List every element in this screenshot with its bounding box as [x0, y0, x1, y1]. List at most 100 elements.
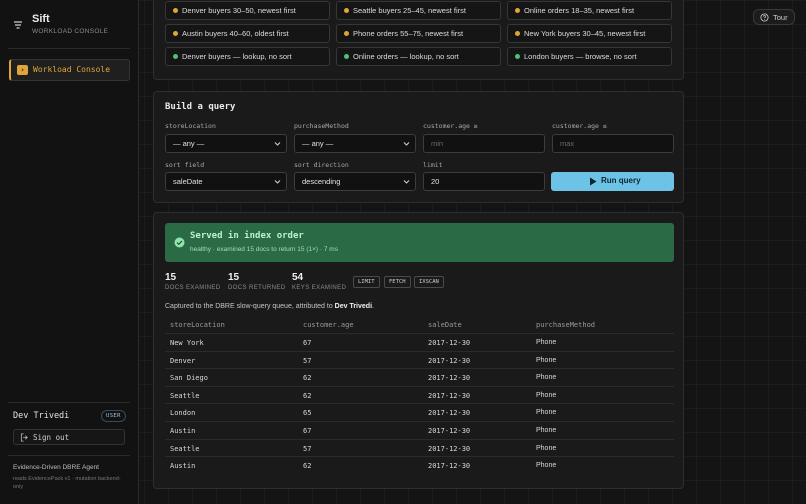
preset-label: Seattle buyers 25–45, newest first: [353, 6, 466, 15]
table-cell: Denver: [170, 356, 196, 365]
preset-query-button[interactable]: Phone orders 55–75, newest first: [336, 24, 501, 43]
table-cell: San Diego: [170, 374, 208, 383]
sidebar-divider: [8, 402, 130, 403]
preset-label: London buyers — browse, no sort: [524, 52, 637, 61]
select-value: — any —: [302, 139, 334, 148]
preset-query-button[interactable]: London buyers — browse, no sort: [507, 47, 672, 66]
limit-input[interactable]: [423, 172, 545, 191]
purchase-method-select[interactable]: — any —: [294, 134, 416, 153]
agent-subtitle: reads EvidencePack v1 · mutation backend…: [13, 476, 121, 490]
status-dot-icon: [173, 31, 178, 36]
preset-label: Denver buyers 30–50, newest first: [182, 6, 296, 15]
user-name: Dev Trivedi: [13, 411, 70, 421]
table-cell: 62: [303, 462, 312, 471]
age-max-input[interactable]: [552, 134, 674, 153]
status-dot-icon: [173, 8, 178, 13]
table-cell: Phone: [536, 374, 557, 382]
table-cell: Phone: [536, 444, 557, 452]
preset-query-button[interactable]: Online orders 18–35, newest first: [507, 1, 672, 20]
age-min-label: customer.age ≥: [423, 122, 478, 130]
sort-direction-select[interactable]: descending: [294, 172, 416, 191]
preset-label: Online orders 18–35, newest first: [524, 6, 635, 15]
table-cell: 2017-12-30: [428, 409, 471, 418]
table-cell: 62: [303, 374, 312, 383]
table-cell: London: [170, 409, 196, 418]
table-cell: Austin: [170, 462, 196, 471]
status-dot-icon: [515, 31, 520, 36]
preset-query-button[interactable]: Austin buyers 40–60, oldest first: [165, 24, 330, 43]
tour-button[interactable]: Tour: [753, 9, 795, 25]
column-header: saleDate: [428, 321, 462, 329]
table-cell: 2017-12-30: [428, 391, 471, 400]
docs-returned-value: 15: [228, 272, 240, 283]
store-location-label: storeLocation: [165, 122, 216, 130]
sidebar-item-workload-console[interactable]: › Workload Console: [9, 59, 130, 81]
sidebar: Sift WORKLOAD CONSOLE › Workload Console…: [0, 0, 139, 504]
preset-label: Phone orders 55–75, newest first: [353, 29, 464, 38]
preset-query-button[interactable]: Seattle buyers 25–45, newest first: [336, 1, 501, 20]
table-cell: 67: [303, 427, 312, 435]
terminal-icon: ›: [17, 65, 28, 75]
table-row: Austin 62 2017-12-30 Phone: [165, 456, 674, 474]
sidebar-divider: [8, 48, 130, 49]
status-title: Served in index order: [190, 231, 304, 241]
store-location-select[interactable]: — any —: [165, 134, 287, 153]
role-badge: USER: [101, 410, 126, 422]
column-header: customer.age: [303, 321, 354, 329]
preset-label: New York buyers 30–45, newest first: [524, 29, 646, 38]
table-row: New York 67 2017-12-30 Phone: [165, 333, 674, 351]
sort-field-select[interactable]: saleDate: [165, 172, 287, 191]
purchase-method-label: purchaseMethod: [294, 122, 349, 130]
select-value: — any —: [173, 139, 205, 148]
preset-query-button[interactable]: Denver buyers 30–50, newest first: [165, 1, 330, 20]
preset-query-button[interactable]: Denver buyers — lookup, no sort: [165, 47, 330, 66]
table-cell: Phone: [536, 356, 557, 364]
docs-examined-value: 15: [165, 272, 177, 283]
table-cell: New York: [170, 339, 204, 347]
table-cell: Phone: [536, 409, 557, 417]
preset-query-button[interactable]: Online orders — lookup, no sort: [336, 47, 501, 66]
table-row: Seattle 62 2017-12-30 Phone: [165, 385, 674, 404]
table-cell: Austin: [170, 427, 196, 435]
presets-panel: Denver buyers 30–50, newest first Seattle…: [153, 0, 684, 80]
status-dot-icon: [344, 8, 349, 13]
play-icon: [590, 177, 597, 186]
sign-out-button[interactable]: Sign out: [13, 429, 125, 445]
table-row: San Diego 62 2017-12-30 Phone: [165, 368, 674, 386]
status-dot-icon: [173, 54, 178, 59]
chevron-down-icon: [403, 180, 410, 184]
status-banner: Served in index order healthy · examined…: [165, 223, 674, 262]
table-cell: 62: [303, 391, 312, 400]
status-subtitle: healthy · examined 15 docs to return 15 …: [190, 246, 338, 253]
keys-examined-label: KEYS EXAMINED: [292, 285, 347, 291]
table-cell: Phone: [536, 339, 557, 346]
preset-query-button[interactable]: New York buyers 30–45, newest first: [507, 24, 672, 43]
status-dot-icon: [515, 54, 520, 59]
table-cell: 65: [303, 409, 312, 418]
keys-examined-value: 54: [292, 272, 304, 283]
stage-chip-ixscan: IXSCAN: [414, 276, 444, 288]
preset-label: Denver buyers — lookup, no sort: [182, 52, 292, 61]
column-header: storeLocation: [170, 321, 225, 329]
column-header: purchaseMethod: [536, 321, 596, 329]
chevron-down-icon: [403, 142, 410, 146]
sift-logo-icon: [14, 21, 22, 29]
table-cell: 2017-12-30: [428, 427, 471, 435]
sort-field-label: sort field: [165, 161, 205, 169]
table-cell: 2017-12-30: [428, 339, 471, 347]
table-cell: Seattle: [170, 391, 200, 400]
chevron-down-icon: [274, 142, 281, 146]
table-cell: Phone: [536, 391, 557, 399]
table-row: Seattle 57 2017-12-30 Phone: [165, 438, 674, 457]
table-cell: Phone: [536, 427, 557, 434]
stage-chip-fetch: FETCH: [384, 276, 411, 288]
captured-user: Dev Trivedi: [334, 303, 373, 310]
docs-returned-label: DOCS RETURNED: [228, 285, 286, 291]
run-query-button[interactable]: Run query: [551, 172, 674, 191]
table-cell: 2017-12-30: [428, 444, 471, 453]
brand: Sift WORKLOAD CONSOLE: [12, 12, 132, 40]
sign-out-icon: [20, 433, 28, 442]
captured-prefix: Captured to the DBRE slow-query queue, a…: [165, 303, 335, 310]
sort-direction-label: sort direction: [294, 161, 349, 169]
age-min-input[interactable]: [423, 134, 545, 153]
